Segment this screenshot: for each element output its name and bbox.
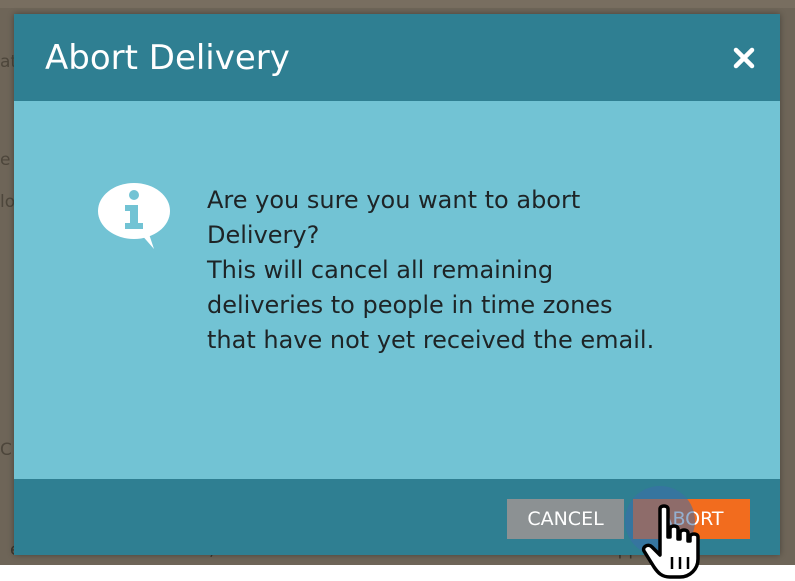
abort-button[interactable]: ABORT (633, 499, 750, 539)
confirmation-message: Are you sure you want to abort Delivery?… (207, 183, 727, 358)
message-line: This will cancel all remaining (207, 256, 554, 284)
close-icon[interactable] (732, 46, 756, 70)
background-text-fragment: lo (0, 192, 16, 212)
message-line: Delivery? (207, 221, 320, 249)
message-line: deliveries to people in time zones (207, 291, 613, 319)
dialog-header: Abort Delivery (14, 14, 780, 101)
message-line: Are you sure you want to abort (207, 186, 581, 214)
background-stripe (0, 0, 795, 8)
dialog-footer: CANCEL ABORT (14, 479, 780, 555)
dialog-title: Abort Delivery (45, 38, 290, 78)
info-speech-bubble-icon (96, 181, 172, 251)
cancel-button[interactable]: CANCEL (507, 499, 624, 539)
page-bottom-strip (0, 565, 795, 581)
message-line: that have not yet received the email. (207, 326, 655, 354)
abort-delivery-dialog: Abort Delivery Are you sure you want to … (14, 14, 780, 555)
dialog-body: Are you sure you want to abort Delivery?… (14, 101, 780, 479)
background-text-fragment: C (0, 440, 12, 460)
background-text-fragment: e (0, 150, 11, 170)
